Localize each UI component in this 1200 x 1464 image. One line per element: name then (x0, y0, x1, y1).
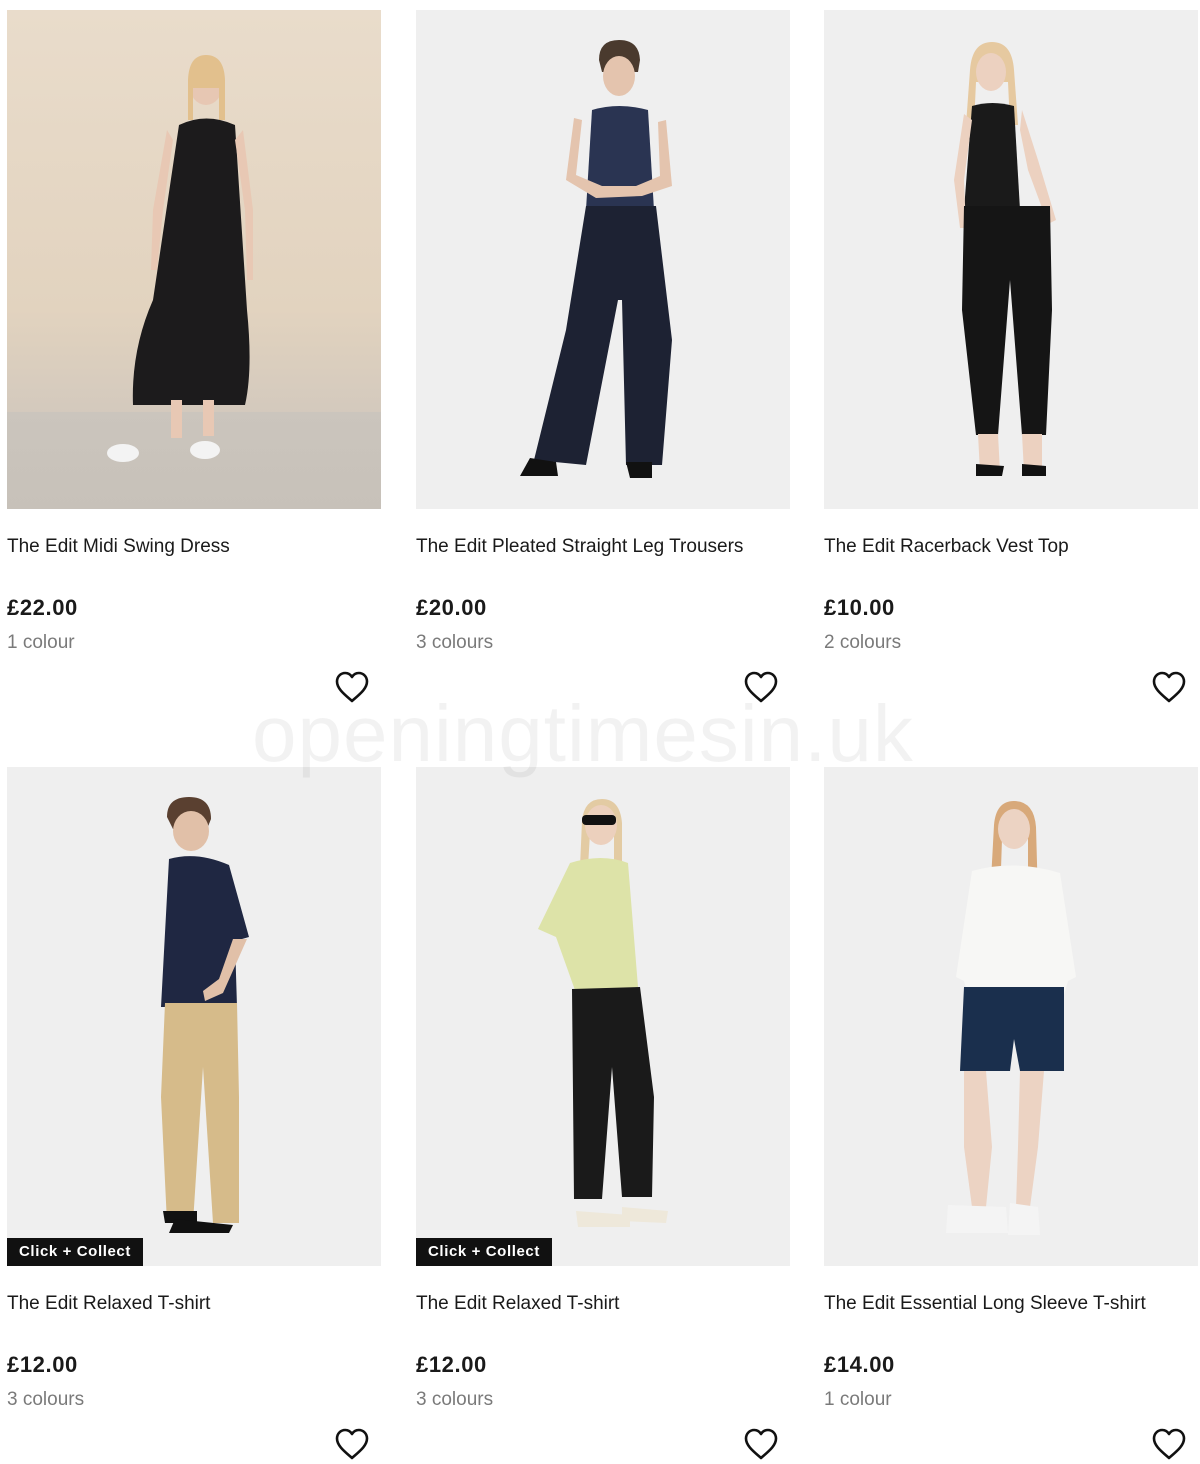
product-price: £22.00 (7, 595, 78, 620)
product-image[interactable] (824, 767, 1198, 1266)
wishlist-heart-icon[interactable] (334, 670, 370, 704)
product-card[interactable]: The Edit Midi Swing Dress £22.00 1 colou… (7, 10, 381, 703)
wishlist-heart-icon[interactable] (743, 1427, 779, 1461)
product-card[interactable]: The Edit Essential Long Sleeve T-shirt £… (824, 767, 1198, 1460)
model-photo (107, 55, 253, 462)
product-card[interactable]: Click + Collect The Edit Relaxed T-shirt… (7, 767, 381, 1460)
product-colour-count: 1 colour (7, 632, 75, 653)
product-image[interactable] (824, 10, 1198, 509)
wishlist-heart-icon[interactable] (1151, 670, 1187, 704)
click-collect-badge: Click + Collect (416, 1238, 552, 1266)
product-title[interactable]: The Edit Pleated Straight Leg Trousers (416, 535, 743, 559)
product-card[interactable]: The Edit Pleated Straight Leg Trousers £… (416, 10, 790, 703)
wishlist-heart-icon[interactable] (743, 670, 779, 704)
product-price: £10.00 (824, 595, 895, 620)
product-price: £12.00 (416, 1352, 487, 1377)
product-image[interactable] (416, 10, 790, 509)
product-title[interactable]: The Edit Essential Long Sleeve T-shirt (824, 1292, 1146, 1316)
product-card[interactable]: The Edit Racerback Vest Top £10.00 2 col… (824, 10, 1198, 703)
product-image[interactable]: Click + Collect (7, 767, 381, 1266)
model-photo (946, 801, 1076, 1235)
product-price: £12.00 (7, 1352, 78, 1377)
wishlist-heart-icon[interactable] (1151, 1427, 1187, 1461)
product-image[interactable] (7, 10, 381, 509)
product-image[interactable]: Click + Collect (416, 767, 790, 1266)
product-colour-count: 1 colour (824, 1389, 892, 1410)
wishlist-heart-icon[interactable] (334, 1427, 370, 1461)
product-colour-count: 3 colours (416, 1389, 494, 1410)
product-title[interactable]: The Edit Relaxed T-shirt (416, 1292, 619, 1316)
product-title[interactable]: The Edit Racerback Vest Top (824, 535, 1069, 559)
product-colour-count: 3 colours (416, 632, 494, 653)
product-colour-count: 3 colours (7, 1389, 85, 1410)
product-price: £20.00 (416, 595, 487, 620)
model-photo (161, 797, 249, 1233)
model-photo (538, 799, 668, 1227)
model-photo (954, 42, 1056, 476)
product-card[interactable]: Click + Collect The Edit Relaxed T-shirt… (416, 767, 790, 1460)
product-title[interactable]: The Edit Midi Swing Dress (7, 535, 230, 559)
product-grid: The Edit Midi Swing Dress £22.00 1 colou… (0, 0, 1200, 1464)
model-photo (520, 40, 672, 478)
product-colour-count: 2 colours (824, 632, 902, 653)
click-collect-badge: Click + Collect (7, 1238, 143, 1266)
product-price: £14.00 (824, 1352, 895, 1377)
product-title[interactable]: The Edit Relaxed T-shirt (7, 1292, 210, 1316)
